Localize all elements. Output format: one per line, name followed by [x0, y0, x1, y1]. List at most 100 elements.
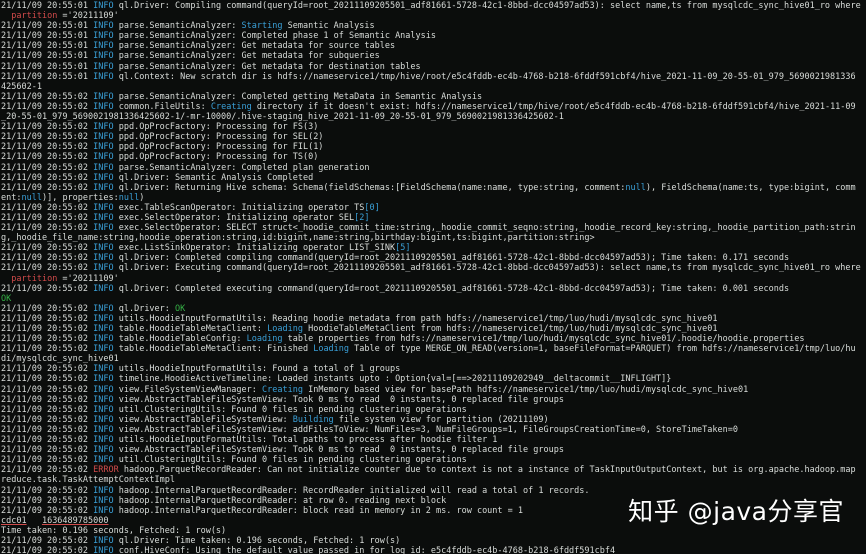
log-segment: ='20211109'	[57, 273, 119, 284]
log-segment: [0]	[364, 202, 380, 213]
log-line: 21/11/09 20:55:02 INFO ppd.OpProcFactory…	[0, 122, 866, 132]
log-segment: Creating	[262, 384, 303, 395]
log-segment: 21/11/09 20:55:02	[1, 324, 94, 334]
log-segment: common.FileUtils:	[113, 101, 211, 112]
log-segment: 21/11/09 20:55:02	[1, 455, 94, 466]
log-segment: INFO	[93, 21, 114, 32]
log-segment: 21/11/09 20:55:02	[1, 303, 94, 314]
log-segment: 21/11/09 20:55:02	[1, 142, 94, 153]
log-segment: 21/11/09 20:55:01	[1, 21, 94, 32]
log-segment: partition	[11, 11, 58, 22]
log-segment: _20-55-01_979_5690021981336425602-1/-mr-…	[1, 112, 564, 123]
log-segment: INFO	[93, 394, 114, 405]
log-segment: 21/11/09 20:55:02	[1, 495, 94, 506]
log-segment: INFO	[93, 334, 114, 345]
log-line: 21/11/09 20:55:02 INFO table.HoodieTable…	[0, 344, 866, 354]
log-segment: INFO	[93, 31, 114, 42]
log-segment: 21/11/09 20:55:02	[1, 485, 94, 496]
log-segment: null	[21, 192, 42, 203]
log-segment: 21/11/09 20:55:02	[1, 283, 94, 294]
log-segment: 21/11/09 20:55:02	[1, 546, 94, 554]
log-line: 21/11/09 20:55:02 INFO utils.HoodieInput…	[0, 314, 866, 324]
log-segment: 21/11/09 20:55:02	[1, 212, 94, 223]
log-segment: 21/11/09 20:55:02	[1, 313, 94, 324]
log-line: ent:null)], properties:null)	[0, 193, 866, 203]
log-segment: 21/11/09 20:55:02	[1, 445, 94, 456]
log-segment: 21/11/09 20:55:02	[1, 344, 94, 355]
log-segment: INFO	[93, 495, 114, 506]
log-segment: ='20211109'	[57, 11, 119, 22]
log-line: 21/11/09 20:55:01 INFO parse.SemanticAna…	[0, 51, 866, 61]
log-segment: directory if it doesn't exist: hdfs://na…	[251, 101, 856, 112]
log-segment: INFO	[93, 404, 114, 415]
log-segment: INFO	[93, 142, 114, 153]
log-segment: INFO	[93, 1, 114, 11]
log-segment: Semantic Analysis	[282, 21, 375, 32]
log-line: 21/11/09 20:55:01 INFO parse.SemanticAna…	[0, 21, 866, 31]
log-segment: INFO	[93, 132, 114, 143]
log-line: 21/11/09 20:55:02 INFO table.HoodieTable…	[0, 334, 866, 344]
log-segment: 21/11/09 20:55:01	[1, 41, 94, 52]
log-segment: 21/11/09 20:55:02	[1, 182, 94, 193]
log-line: 21/11/09 20:55:01 INFO parse.SemanticAna…	[0, 41, 866, 51]
log-segment: di/mysqlcdc_sync_hive01	[1, 354, 119, 365]
log-segment: null	[625, 182, 646, 193]
log-segment: 21/11/09 20:55:02	[1, 404, 94, 415]
log-segment: ql.Driver: Completed compiling command(q…	[113, 253, 790, 264]
log-line: 21/11/09 20:55:02 INFO view.AbstractTabl…	[0, 445, 866, 455]
log-segment: INFO	[93, 424, 114, 435]
log-line: di/mysqlcdc_sync_hive01	[0, 354, 866, 364]
log-segment: parse.SemanticAnalyzer: Completed gettin…	[113, 91, 483, 102]
log-segment: INFO	[93, 374, 114, 385]
log-segment: ppd.OpProcFactory: Processing for FIL(1)	[113, 142, 324, 153]
log-segment: ql.Driver: Time taken: 0.196 seconds, Fe…	[113, 535, 401, 546]
log-segment: 21/11/09 20:55:02	[1, 384, 94, 395]
log-segment: INFO	[93, 313, 114, 324]
log-line: 21/11/09 20:55:02 INFO table.HoodieTable…	[0, 324, 866, 334]
log-segment: INFO	[93, 162, 114, 173]
log-segment: INFO	[93, 71, 114, 82]
log-line: 21/11/09 20:55:02 INFO utils.HoodieInput…	[0, 364, 866, 374]
log-segment: table properties from hdfs://nameservice…	[282, 334, 805, 345]
log-segment: parse.SemanticAnalyzer: Get metadata for…	[113, 51, 380, 62]
log-segment: 21/11/09 20:55:02	[1, 424, 94, 435]
log-segment: utils.HoodieInputFormatUtils: Found a to…	[113, 364, 401, 375]
log-line: 21/11/09 20:55:02 INFO common.FileUtils:…	[0, 102, 866, 112]
log-segment: utils.HoodieInputFormatUtils: Reading ho…	[113, 313, 718, 324]
log-line: partition ='20211109'	[0, 274, 866, 284]
log-segment: 21/11/09 20:55:01	[1, 1, 94, 11]
log-segment: parse.SemanticAnalyzer: Completed plan g…	[113, 162, 370, 173]
log-segment: [2]	[354, 212, 370, 223]
log-segment: hadoop.ParquetRecordReader: Can not init…	[118, 465, 856, 476]
log-line: 21/11/09 20:55:02 INFO exec.ListSinkOper…	[0, 243, 866, 253]
log-segment: 21/11/09 20:55:02	[1, 132, 94, 143]
log-line: 21/11/09 20:55:02 INFO ppd.OpProcFactory…	[0, 152, 866, 162]
log-segment: 21/11/09 20:55:02	[1, 394, 94, 405]
log-segment: INFO	[93, 435, 114, 446]
log-segment: 21/11/09 20:55:02	[1, 364, 94, 375]
log-segment: hadoop.InternalParquetRecordReader: bloc…	[113, 505, 524, 516]
log-segment: timeline.HoodieActiveTimeline: Loaded in…	[113, 374, 672, 385]
log-segment: OK	[1, 293, 12, 304]
log-segment: INFO	[93, 283, 114, 294]
log-line: 21/11/09 20:55:02 INFO ql.Driver: Comple…	[0, 284, 866, 294]
log-segment: Loading	[313, 344, 350, 355]
log-line: _20-55-01_979_5690021981336425602-1/-mr-…	[0, 112, 866, 122]
log-segment: 21/11/09 20:55:01	[1, 71, 94, 82]
log-line: 21/11/09 20:55:02 ERROR hadoop.ParquetRe…	[0, 465, 866, 475]
terminal-window[interactable]: 21/11/09 20:55:01 INFO ql.Driver: Compil…	[0, 0, 866, 554]
log-segment: 21/11/09 20:55:02	[1, 505, 94, 516]
log-segment: ppd.OpProcFactory: Processing for SEL(2)	[113, 132, 324, 143]
log-line: 21/11/09 20:55:02 INFO exec.SelectOperat…	[0, 213, 866, 223]
watermark: 知乎 @java分享官	[628, 497, 844, 526]
log-segment	[1, 274, 11, 284]
log-segment: INFO	[93, 485, 114, 496]
log-segment: view.AbstractTableFileSystemView: addFil…	[113, 424, 738, 435]
log-line: 21/11/09 20:55:02 INFO conf.HiveConf: Us…	[0, 546, 866, 554]
log-line: 21/11/09 20:55:02 INFO ql.Driver: OK	[0, 304, 866, 314]
log-segment: exec.SelectOperator: SELECT struct<_hood…	[113, 223, 856, 234]
log-segment: Table of type MERGE_ON_READ(version=1, b…	[349, 344, 856, 355]
log-line: 21/11/09 20:55:01 INFO ql.Driver: Compil…	[0, 1, 866, 11]
log-line: 21/11/09 20:55:01 INFO parse.SemanticAna…	[0, 62, 866, 72]
log-segment: 21/11/09 20:55:02	[1, 162, 94, 173]
